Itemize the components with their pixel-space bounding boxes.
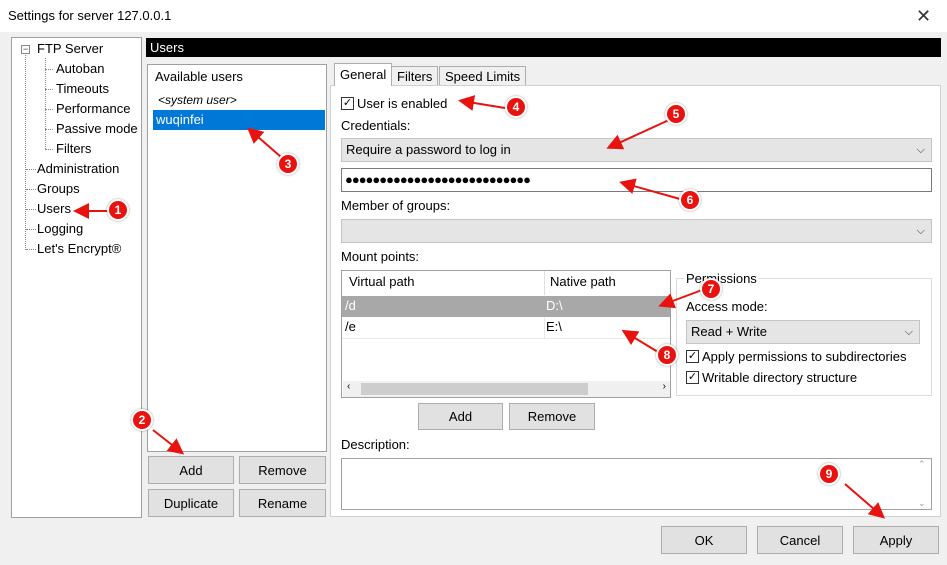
table-cell: /e xyxy=(345,319,356,334)
access-mode-select[interactable]: Read + Write ⌵ xyxy=(686,320,920,344)
apply-subdirs-checkbox[interactable]: ✓ xyxy=(686,350,699,363)
tab-filters[interactable]: Filters xyxy=(391,66,439,85)
credentials-select[interactable]: Require a password to log in ⌵ xyxy=(341,138,932,162)
groups-label: Member of groups: xyxy=(341,198,451,213)
page-title: Users xyxy=(146,38,941,57)
add-mount-button[interactable]: Add xyxy=(418,403,503,430)
annotation-badge: 1 xyxy=(107,199,129,221)
table-cell: /d xyxy=(345,298,356,313)
column-header-native-path[interactable]: Native path xyxy=(550,274,616,289)
chevron-down-icon: ⌵ xyxy=(916,225,925,237)
duplicate-user-button[interactable]: Duplicate xyxy=(148,489,234,517)
list-item-system-user[interactable]: <system user> xyxy=(158,93,237,107)
annotation-badge: 7 xyxy=(700,278,722,300)
annotation-badge: 4 xyxy=(505,96,527,118)
cancel-button[interactable]: Cancel xyxy=(757,526,843,554)
chevron-down-icon[interactable]: ⌄ xyxy=(918,498,926,509)
user-enabled-label: User is enabled xyxy=(357,96,448,111)
remove-mount-button[interactable]: Remove xyxy=(509,403,595,430)
writable-label: Writable directory structure xyxy=(702,370,858,385)
rename-user-button[interactable]: Rename xyxy=(239,489,326,517)
annotation-badge: 2 xyxy=(131,409,153,431)
apply-subdirs-label: Apply permissions to subdirectories xyxy=(702,349,907,364)
tree-item-performance[interactable]: Performance xyxy=(56,101,130,116)
minus-icon[interactable]: − xyxy=(21,45,30,54)
apply-button[interactable]: Apply xyxy=(853,526,939,554)
description-textarea[interactable]: ⌃ ⌄ xyxy=(341,458,932,510)
user-enabled-checkbox[interactable]: ✓ xyxy=(341,97,354,110)
users-list-title: Available users xyxy=(155,69,243,84)
password-field[interactable]: ●●●●●●●●●●●●●●●●●●●●●●●●●●● xyxy=(341,168,932,192)
list-item-selected-user[interactable]: wuqinfei xyxy=(153,110,325,130)
settings-tree: − FTP Server Autoban Timeouts Performanc… xyxy=(11,37,142,518)
tree-item-ftp-server[interactable]: FTP Server xyxy=(37,41,103,56)
annotation-badge: 6 xyxy=(679,189,701,211)
ok-button[interactable]: OK xyxy=(661,526,747,554)
table-cell: E:\ xyxy=(546,319,562,334)
add-user-button[interactable]: Add xyxy=(148,456,234,484)
tree-item-logging[interactable]: Logging xyxy=(37,221,83,236)
annotation-badge: 3 xyxy=(277,153,299,175)
scrollbar-thumb[interactable] xyxy=(361,383,588,395)
tree-item-passive-mode[interactable]: Passive mode xyxy=(56,121,138,136)
chevron-down-icon: ⌵ xyxy=(904,326,913,338)
access-mode-value: Read + Write xyxy=(691,324,767,339)
description-label: Description: xyxy=(341,437,410,452)
tree-item-timeouts[interactable]: Timeouts xyxy=(56,81,109,96)
access-mode-label: Access mode: xyxy=(686,299,768,314)
tree-item-autoban[interactable]: Autoban xyxy=(56,61,104,76)
table-row[interactable]: /e E:\ xyxy=(342,317,670,338)
remove-user-button[interactable]: Remove xyxy=(239,456,326,484)
tab-speed-limits[interactable]: Speed Limits xyxy=(439,66,527,85)
table-row[interactable]: /d D:\ xyxy=(342,296,670,317)
users-list[interactable]: Available users <system user> wuqinfei xyxy=(147,64,327,452)
permissions-legend: Permissions xyxy=(684,271,759,286)
column-header-virtual-path[interactable]: Virtual path xyxy=(349,274,415,289)
chevron-down-icon: ⌵ xyxy=(916,144,925,156)
tab-general[interactable]: General xyxy=(334,63,393,86)
mount-points-label: Mount points: xyxy=(341,249,420,264)
tree-item-filters[interactable]: Filters xyxy=(56,141,91,156)
window-title: Settings for server 127.0.0.1 xyxy=(8,8,172,23)
close-icon[interactable]: ✕ xyxy=(900,0,947,32)
tree-item-lets-encrypt[interactable]: Let's Encrypt® xyxy=(37,241,121,256)
chevron-left-icon[interactable]: ‹ xyxy=(347,381,350,392)
chevron-up-icon[interactable]: ⌃ xyxy=(918,459,926,470)
credentials-value: Require a password to log in xyxy=(346,142,511,157)
table-cell: D:\ xyxy=(546,298,563,313)
tree-item-administration[interactable]: Administration xyxy=(37,161,119,176)
tree-item-groups[interactable]: Groups xyxy=(37,181,80,196)
annotation-badge: 8 xyxy=(656,344,678,366)
credentials-label: Credentials: xyxy=(341,118,411,133)
vertical-scrollbar[interactable]: ⌃ ⌄ xyxy=(914,459,931,509)
annotation-badge: 9 xyxy=(818,463,840,485)
annotation-badge: 5 xyxy=(665,103,687,125)
mount-points-table[interactable]: Virtual path Native path /d D:\ /e E:\ ‹… xyxy=(341,270,671,398)
horizontal-scrollbar[interactable]: ‹ › xyxy=(343,381,670,397)
tree-item-users[interactable]: Users xyxy=(37,201,71,216)
writable-checkbox[interactable]: ✓ xyxy=(686,371,699,384)
chevron-right-icon[interactable]: › xyxy=(663,381,666,392)
groups-select[interactable]: ⌵ xyxy=(341,219,932,243)
